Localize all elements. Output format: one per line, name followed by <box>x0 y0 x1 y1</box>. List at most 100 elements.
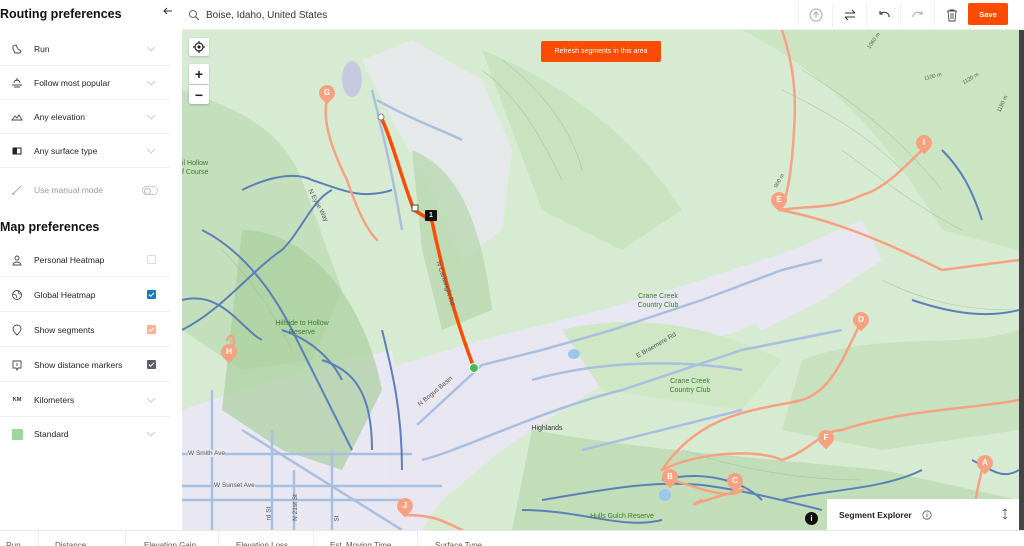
stat-moving-time: Est. Moving Time <box>314 531 418 546</box>
sidebar: Routing preferences Run Follow most popu… <box>0 0 182 530</box>
segment-pin-i[interactable]: I <box>912 131 936 155</box>
segment-pin-h[interactable]: H <box>217 340 241 364</box>
road-label: St <box>333 515 341 522</box>
info-circle-icon[interactable] <box>922 509 932 520</box>
globe-icon <box>10 288 24 302</box>
arrow-left-icon <box>163 7 172 15</box>
chevron-down-icon <box>146 397 156 403</box>
segment-pin-j[interactable]: J <box>393 494 417 518</box>
road-label: W Sunset Ave <box>214 482 255 489</box>
zoom-in-button[interactable]: + <box>189 64 209 84</box>
person-icon <box>10 253 24 267</box>
map-item-units[interactable]: KM Kilometers <box>0 383 170 417</box>
stat-elevation-loss: Elevation Loss <box>219 531 314 546</box>
golf-course-label: il Hollow f Course <box>182 160 209 176</box>
routing-item-elevation[interactable]: Any elevation <box>0 100 170 134</box>
road-label: W Smith Ave <box>188 450 226 457</box>
routing-item-label: Any elevation <box>34 111 86 122</box>
location-search-input[interactable]: Boise, Idaho, United States <box>188 6 488 24</box>
segment-pin-g[interactable]: G <box>315 81 339 105</box>
hulls-gulch-label: Hulls Gulch Reserve <box>590 513 654 520</box>
shoe-icon <box>10 42 24 56</box>
map-item-label: Show distance markers <box>34 359 123 370</box>
info-icon: i <box>810 514 813 523</box>
route-stats-bar: Run Distance Elevation Gain Elevation Lo… <box>0 530 1024 546</box>
distance-markers-checkbox[interactable] <box>147 360 156 369</box>
road-label: N 21st St <box>291 494 299 521</box>
show-segments-checkbox[interactable] <box>147 325 156 334</box>
delete-route-button[interactable] <box>934 3 968 27</box>
undo-button[interactable] <box>866 3 900 27</box>
segment-pin-b[interactable]: B <box>658 465 682 489</box>
segment-explorer-panel[interactable]: Segment Explorer <box>827 499 1019 530</box>
routing-item-manual-mode: Use manual mode <box>0 173 170 207</box>
segment-pin-a[interactable]: A <box>973 451 997 475</box>
upload-button[interactable] <box>798 3 832 27</box>
collapse-sidebar-button[interactable] <box>160 4 176 20</box>
highlands-label: Highlands <box>531 425 563 432</box>
routing-item-label: Any surface type <box>34 145 98 156</box>
segment-pin-c[interactable]: C <box>723 469 747 493</box>
save-button[interactable]: Save <box>968 3 1008 25</box>
road-label: rd St <box>265 506 273 521</box>
zoom-out-button[interactable]: − <box>189 85 209 104</box>
map-thumb-icon <box>10 427 24 441</box>
personal-heatmap-checkbox[interactable] <box>147 255 156 264</box>
distance-marker[interactable]: 1 <box>425 210 437 221</box>
map-item-personal-heatmap[interactable]: Personal Heatmap <box>0 243 170 277</box>
stat-surface: Surface Type <box>435 541 482 546</box>
redo-button[interactable] <box>900 3 934 27</box>
routing-item-label: Use manual mode <box>34 185 103 195</box>
routing-item-run[interactable]: Run <box>0 32 170 66</box>
search-icon <box>189 10 200 21</box>
crane-creek-label-2: Crane Creek Country Club <box>669 378 711 394</box>
crosshair-icon <box>193 41 205 53</box>
map-item-label: Show segments <box>34 324 95 335</box>
route-start-point <box>469 363 479 373</box>
segment-explorer-title: Segment Explorer <box>839 509 912 520</box>
expand-vertical-icon[interactable] <box>1001 508 1009 520</box>
route-waypoint <box>411 204 419 212</box>
segment-pin-e[interactable]: E <box>767 188 791 212</box>
map-item-global-heatmap[interactable]: Global Heatmap <box>0 278 170 312</box>
redo-icon <box>911 11 923 18</box>
locate-me-button[interactable] <box>189 38 209 56</box>
global-heatmap-checkbox[interactable] <box>147 290 156 299</box>
marker-icon <box>10 358 24 372</box>
segment-icon <box>10 323 24 337</box>
stat-sport: Run <box>0 531 39 546</box>
refresh-segments-button[interactable]: Refresh segments in this area <box>541 41 661 62</box>
map-right-edge <box>1019 30 1024 530</box>
routing-item-popularity[interactable]: Follow most popular <box>0 66 170 100</box>
km-icon: KM <box>12 396 22 403</box>
map-item-label: Personal Heatmap <box>34 254 105 265</box>
map-item-show-segments[interactable]: Show segments <box>0 313 170 347</box>
map-info-button[interactable]: i <box>805 512 818 525</box>
segment-pin-d[interactable]: D <box>849 308 873 332</box>
chevron-down-icon <box>146 114 156 120</box>
routing-item-label: Follow most popular <box>34 77 111 88</box>
routing-item-label: Run <box>34 43 50 54</box>
upload-icon <box>809 8 822 22</box>
map-item-distance-markers[interactable]: Show distance markers <box>0 348 170 382</box>
stat-distance: Distance <box>39 531 126 546</box>
reverse-route-button[interactable] <box>832 3 866 27</box>
manual-mode-toggle[interactable] <box>142 185 158 195</box>
topbar: Boise, Idaho, United States Save <box>182 0 1024 30</box>
routing-item-surface[interactable]: Any surface type <box>0 134 170 168</box>
surface-icon <box>10 144 24 158</box>
map-item-style[interactable]: Standard <box>0 417 170 451</box>
map-item-label: Global Heatmap <box>34 289 96 300</box>
chevron-down-icon <box>146 46 156 52</box>
hillside-reserve-label: Hillside to Hollow Reserve <box>275 320 329 336</box>
map-item-label: Kilometers <box>34 394 75 405</box>
segment-pin-f[interactable]: F <box>814 426 838 450</box>
map-item-label: Standard <box>34 429 69 439</box>
map-base-layer <box>182 30 1019 530</box>
pen-icon <box>10 183 24 197</box>
swap-icon <box>844 9 855 21</box>
popularity-icon <box>10 76 24 90</box>
crane-creek-label-1: Crane Creek Country Club <box>637 293 679 309</box>
map-canvas[interactable]: 1 il Hollow f Course Hillside to Hollow … <box>182 30 1019 530</box>
chevron-down-icon <box>146 148 156 154</box>
